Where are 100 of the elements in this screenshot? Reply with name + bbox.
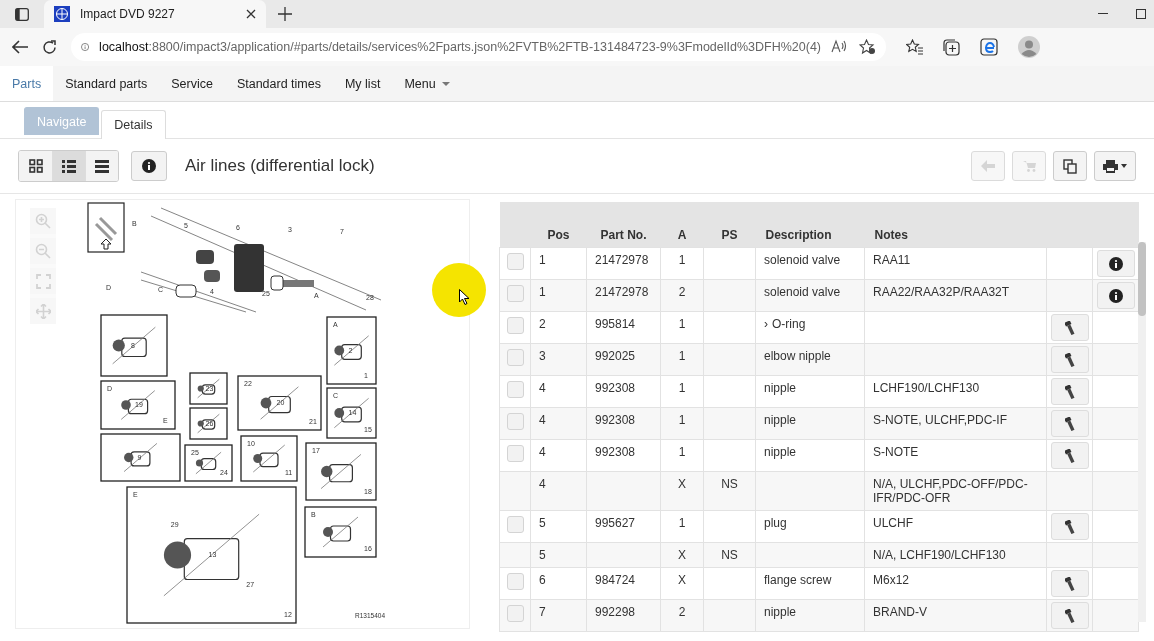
notes-cell: RAA22/RAA32P/RAA32T: [873, 285, 1010, 299]
row-checkbox[interactable]: [506, 381, 524, 398]
pos-cell: 4: [539, 477, 546, 491]
address-field[interactable]: localhost:8800/impact3/application/#parts/details/services%2Fparts.json%2FVTB%2FTB-131484723-9%3FmodelId%3DFH%20(4): [71, 33, 886, 61]
view-mode-button[interactable]: [52, 151, 85, 181]
info-icon: [1109, 288, 1123, 303]
close-icon[interactable]: [246, 9, 256, 19]
notes-cell: BRAND-V: [873, 605, 927, 619]
description-cell: plug: [764, 516, 787, 530]
expand-icon: [35, 273, 51, 289]
list-view-icon: [62, 159, 76, 173]
description-cell: O-ring: [772, 317, 806, 331]
description-cell: solenoid valve: [764, 285, 841, 299]
collections-icon[interactable]: [943, 38, 960, 56]
column-header: A: [677, 228, 687, 242]
back-icon[interactable]: [12, 40, 28, 54]
quantity-cell: X: [678, 573, 686, 587]
description-cell: nipple: [764, 381, 797, 395]
part-number-cell: 995627: [595, 516, 636, 530]
globe-icon: [54, 6, 70, 22]
part-tool-button[interactable]: [1051, 346, 1089, 373]
minimize-icon[interactable]: [1098, 13, 1108, 15]
refresh-icon[interactable]: [42, 39, 57, 55]
quantity-cell: X: [678, 477, 686, 491]
part-tool-button[interactable]: [1051, 442, 1089, 469]
part-tool-button[interactable]: [1051, 378, 1089, 405]
notes-cell: LCHF190/LCHF130: [873, 381, 980, 395]
info-button[interactable]: [131, 151, 167, 181]
maximize-icon[interactable]: [1136, 9, 1146, 19]
row-checkbox[interactable]: [506, 317, 524, 334]
part-number-cell: 992298: [595, 605, 636, 619]
bolt-icon: [1065, 576, 1075, 591]
row-checkbox[interactable]: [506, 516, 524, 533]
bolt-icon: [1065, 448, 1075, 463]
part-tool-button[interactable]: [1051, 602, 1089, 629]
part-tool-button[interactable]: [1051, 513, 1089, 540]
pos-cell: 4: [539, 381, 546, 395]
pos-cell: 5: [539, 548, 546, 562]
quantity-cell: 1: [678, 349, 686, 363]
part-drawing: [184, 444, 233, 482]
zoom-out-icon: [35, 243, 51, 259]
browser-tab[interactable]: Impact DVD 9227: [44, 0, 266, 28]
part-drawing: [100, 314, 168, 377]
view-mode-button[interactable]: [85, 151, 118, 181]
row-checkbox[interactable]: [506, 349, 524, 366]
description-cell: flange screw: [764, 573, 832, 587]
view-mode-button[interactable]: [19, 151, 52, 181]
part-number-cell: 21472978: [595, 253, 649, 267]
nav-tab[interactable]: My list: [332, 66, 393, 101]
part-number-cell: 995814: [595, 317, 636, 331]
caret-icon: [441, 81, 450, 86]
ps-cell: NS: [721, 477, 738, 491]
nav-tab[interactable]: Service: [159, 66, 225, 101]
browser-logo-icon[interactable]: [980, 38, 998, 56]
notes-cell: S-NOTE, ULCHF,PDC-IF: [873, 413, 1007, 427]
part-number-cell: 992308: [595, 445, 636, 459]
nav-tab[interactable]: Standard times: [224, 66, 333, 101]
pos-cell: 1: [539, 253, 546, 267]
print-button[interactable]: [1094, 151, 1136, 181]
part-tool-button[interactable]: [1051, 314, 1089, 341]
zoom-in-icon: [35, 213, 51, 229]
nav-tab[interactable]: Menu: [392, 66, 462, 101]
read-aloud-icon[interactable]: [831, 39, 847, 53]
info-button[interactable]: [1097, 282, 1135, 309]
row-checkbox[interactable]: [506, 605, 524, 622]
notes-cell: N/A, LCHF190/LCHF130: [873, 548, 1006, 562]
caret-icon: [1121, 164, 1127, 168]
description-cell: nipple: [764, 605, 797, 619]
copy-button[interactable]: [1053, 151, 1087, 181]
quantity-cell: 1: [678, 516, 686, 530]
info-button[interactable]: [1097, 250, 1135, 277]
part-tool-button[interactable]: [1051, 410, 1089, 437]
description-cell: nipple: [764, 413, 797, 427]
row-checkbox[interactable]: [506, 445, 524, 462]
profile-icon[interactable]: [1018, 36, 1040, 58]
tab-actions-icon[interactable]: [15, 7, 29, 21]
view-tab[interactable]: Details: [101, 110, 166, 139]
quantity-cell: 2: [678, 605, 686, 619]
quantity-cell: 2: [678, 285, 686, 299]
column-header: Notes: [874, 228, 908, 242]
part-drawing: [189, 372, 228, 405]
pos-cell: 7: [539, 605, 546, 619]
quantity-cell: 1: [678, 413, 686, 427]
pos-cell: 3: [539, 349, 546, 363]
favorites-icon[interactable]: [906, 39, 923, 55]
up-arrow-button[interactable]: [87, 202, 125, 253]
row-checkbox[interactable]: [506, 413, 524, 430]
nav-tab[interactable]: Parts: [0, 66, 54, 101]
star-add-icon[interactable]: [859, 39, 876, 55]
quantity-cell: 1: [678, 253, 686, 267]
expand-chevron[interactable]: ›: [764, 317, 768, 331]
part-tool-button[interactable]: [1051, 570, 1089, 597]
row-checkbox[interactable]: [506, 285, 524, 302]
row-checkbox[interactable]: [506, 573, 524, 590]
nav-tab[interactable]: Standard parts: [53, 66, 160, 101]
row-checkbox[interactable]: [506, 253, 524, 270]
new-tab-icon[interactable]: [278, 7, 292, 21]
bolt-icon: [1065, 384, 1075, 399]
scrollbar[interactable]: [1138, 242, 1146, 622]
bolt-icon: [1065, 352, 1075, 367]
